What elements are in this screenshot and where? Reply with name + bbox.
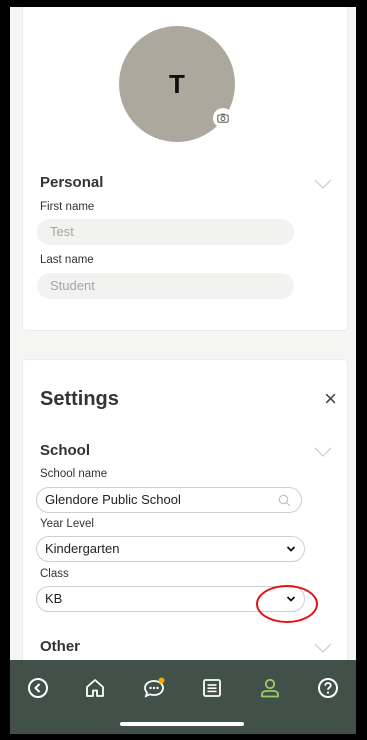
class-label: Class [40, 568, 69, 580]
help-icon[interactable] [316, 676, 340, 700]
last-name-field[interactable]: Student [37, 273, 294, 299]
profile-card: T Personal First name Test Last name Stu… [22, 7, 348, 331]
other-section-title: Other [40, 638, 81, 655]
school-name-label: School name [40, 468, 108, 480]
avatar-initial: T [169, 68, 185, 99]
year-level-select[interactable]: Kindergarten [36, 536, 305, 562]
highlight-circle [256, 585, 318, 623]
profile-icon[interactable] [258, 676, 282, 700]
chevron-down-icon[interactable] [313, 446, 333, 458]
chat-icon[interactable] [142, 676, 166, 700]
camera-icon[interactable] [213, 108, 233, 128]
search-icon [278, 494, 291, 507]
home-indicator [120, 722, 244, 726]
personal-section-title: Personal [40, 174, 104, 191]
home-icon[interactable] [83, 676, 107, 700]
back-circle-icon[interactable] [26, 676, 50, 700]
school-section-title: School [40, 442, 91, 459]
last-name-label: Last name [40, 254, 94, 266]
close-button[interactable]: × [324, 388, 337, 410]
chevron-down-icon[interactable] [313, 178, 333, 190]
chevron-down-icon [286, 546, 296, 552]
first-name-field[interactable]: Test [37, 219, 294, 245]
chevron-down-icon[interactable] [313, 642, 333, 654]
settings-title: Settings [40, 388, 119, 410]
settings-card: Settings × School School name Glendore P… [22, 359, 348, 679]
class-value: KB [45, 591, 63, 606]
app-screen: T Personal First name Test Last name Stu… [10, 7, 356, 734]
year-level-value: Kindergarten [45, 541, 120, 556]
list-icon[interactable] [200, 676, 224, 700]
year-level-label: Year Level [40, 518, 94, 530]
school-name-field[interactable]: Glendore Public School [36, 487, 302, 513]
school-name-value: Glendore Public School [45, 492, 181, 507]
first-name-label: First name [40, 201, 95, 213]
